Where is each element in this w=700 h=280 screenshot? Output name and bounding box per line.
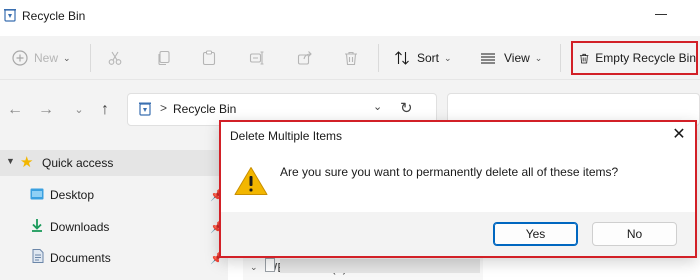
up-arrow-icon[interactable]: ↑ [96, 102, 114, 118]
sidebar-item-label: Quick access [42, 156, 114, 170]
sidebar-item-quick-access[interactable] [0, 150, 228, 176]
yes-button[interactable]: Yes [493, 222, 578, 246]
rename-icon [249, 51, 264, 65]
dialog-message: Are you sure you want to permanently del… [280, 165, 619, 179]
command-bar: New ⌄ Sort ⌄ View ⌄ Empty Recycle Bin [0, 36, 700, 80]
view-button[interactable]: View ⌄ [480, 36, 542, 80]
refresh-icon[interactable]: ↻ [400, 99, 413, 117]
breadcrumb-separator: > [160, 101, 168, 115]
chevron-down-icon: ⌄ [534, 52, 543, 63]
breadcrumb-recycle-bin[interactable]: Recycle Bin [173, 102, 236, 116]
separator [90, 44, 91, 72]
sort-button-label: Sort [417, 51, 440, 65]
recycle-bin-icon [4, 9, 16, 22]
delete-button[interactable] [343, 36, 359, 80]
chevron-down-icon[interactable]: ▼ [6, 156, 15, 166]
downloads-folder-icon [32, 219, 42, 232]
cut-button[interactable] [107, 36, 123, 80]
desktop-folder-icon [30, 188, 44, 200]
recycle-bin-icon [139, 102, 151, 116]
trash-icon [579, 53, 589, 63]
back-arrow-icon[interactable]: ← [6, 102, 24, 118]
close-icon[interactable]: ✕ [670, 124, 688, 144]
star-icon: ★ [20, 154, 34, 171]
share-icon [297, 51, 312, 65]
copy-button[interactable] [156, 36, 172, 80]
trash-icon [345, 51, 357, 66]
plus-circle-icon [12, 50, 28, 66]
documents-folder-icon [32, 249, 44, 263]
window-title: Recycle Bin [22, 9, 86, 23]
copy-icon [158, 50, 170, 66]
sidebar-item-downloads[interactable]: Downloads [50, 220, 109, 234]
paste-button[interactable] [201, 36, 217, 80]
title-bar [0, 0, 700, 32]
sidebar-item-desktop[interactable]: Desktop [50, 188, 94, 202]
new-button[interactable]: New ⌄ [12, 36, 71, 80]
view-lines-icon [481, 53, 495, 64]
minimize-button[interactable] [655, 14, 667, 15]
scissors-icon [108, 51, 122, 65]
rename-button[interactable] [249, 36, 265, 80]
share-button[interactable] [297, 36, 313, 80]
no-button[interactable]: No [592, 222, 677, 246]
chevron-down-icon[interactable]: ⌄ [250, 262, 258, 273]
dialog-title: Delete Multiple Items [230, 129, 343, 143]
chevron-down-icon: ⌄ [444, 52, 452, 63]
view-button-label: View [504, 51, 530, 65]
recent-chevron-icon[interactable]: ⌄ [70, 102, 88, 118]
empty-recycle-bin-label: Empty Recycle Bin [595, 51, 696, 65]
new-button-label: New [34, 51, 59, 65]
separator [378, 44, 379, 72]
chevron-down-icon[interactable]: ⌄ [373, 100, 382, 113]
sort-button[interactable]: Sort ⌄ [394, 36, 452, 80]
list-item[interactable] [280, 259, 480, 273]
sidebar-item-documents[interactable]: Documents [50, 251, 111, 265]
forward-arrow-icon[interactable]: → [37, 102, 55, 118]
separator [560, 44, 561, 72]
sort-icon [395, 51, 409, 65]
file-icon [265, 258, 275, 272]
warning-icon [234, 167, 268, 195]
empty-recycle-bin-button[interactable]: Empty Recycle Bin [571, 41, 698, 75]
clipboard-icon [202, 50, 216, 66]
chevron-down-icon: ⌄ [63, 52, 71, 63]
